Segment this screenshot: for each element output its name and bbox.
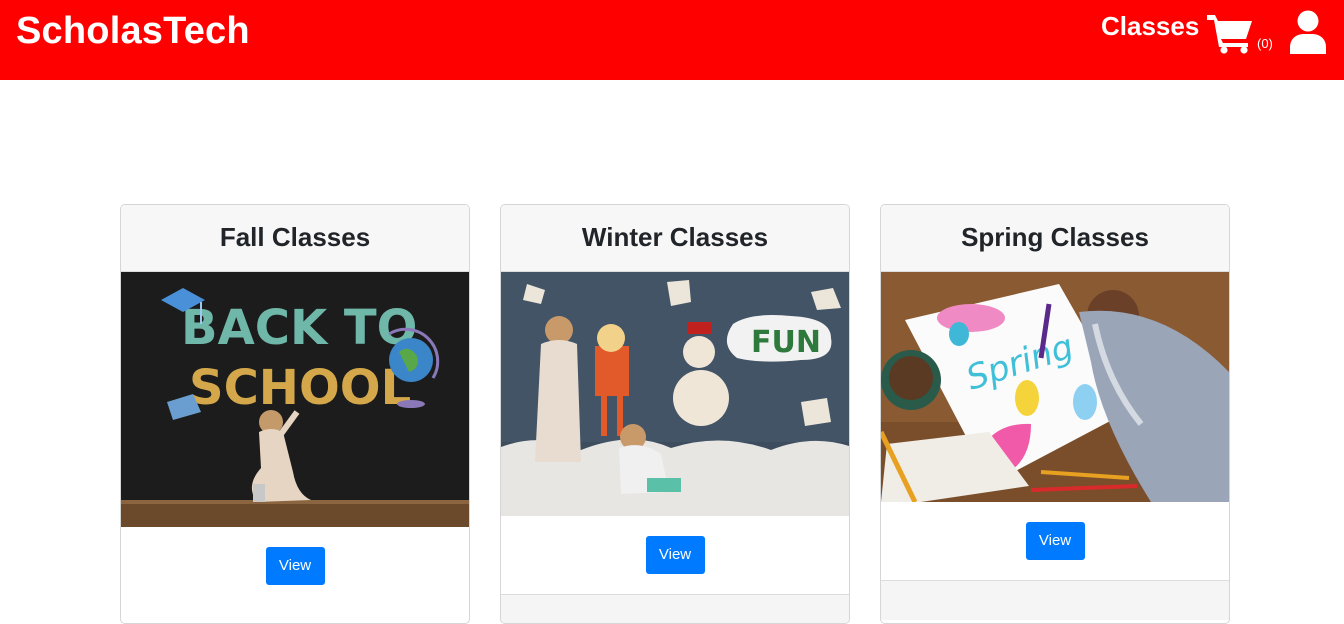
- card-body: View: [881, 502, 1229, 580]
- chalk-back-to: BACK TO: [181, 300, 417, 356]
- view-button[interactable]: View: [1025, 522, 1085, 560]
- card-fall-classes: Fall Classes BACK TO SCHOOL View: [120, 204, 470, 624]
- chalk-school: SCHOOL: [189, 360, 411, 416]
- card-footer: [881, 580, 1229, 620]
- card-body: View: [501, 516, 849, 594]
- back-to-school-image: BACK TO SCHOOL: [121, 272, 469, 527]
- card-winter-classes: Winter Classes FUN View: [500, 204, 850, 624]
- card-title: Fall Classes: [219, 222, 371, 252]
- cart-icon[interactable]: [1206, 12, 1254, 54]
- cart-count: (0): [1257, 36, 1273, 51]
- card-title: Winter Classes: [581, 222, 769, 252]
- brand-logo[interactable]: ScholasTech: [16, 8, 250, 54]
- user-icon[interactable]: [1288, 10, 1328, 54]
- spring-drawing-image: Spring: [881, 272, 1229, 502]
- view-button[interactable]: View: [645, 536, 705, 574]
- navbar: ScholasTech Classes (0): [0, 0, 1344, 80]
- craft-fun-label: FUN: [751, 325, 821, 360]
- card-header: Winter Classes: [501, 205, 849, 272]
- view-button[interactable]: View: [265, 547, 325, 585]
- card-footer: [501, 594, 849, 623]
- card-title: Spring Classes: [961, 222, 1149, 252]
- card-spring-classes: Spring Classes Spring View: [880, 204, 1230, 624]
- card-header: Spring Classes: [881, 205, 1229, 272]
- nav-classes-link[interactable]: Classes: [1101, 10, 1199, 42]
- winter-craft-image: FUN: [501, 272, 849, 516]
- card-body: View: [121, 527, 469, 623]
- card-header: Fall Classes: [121, 205, 469, 272]
